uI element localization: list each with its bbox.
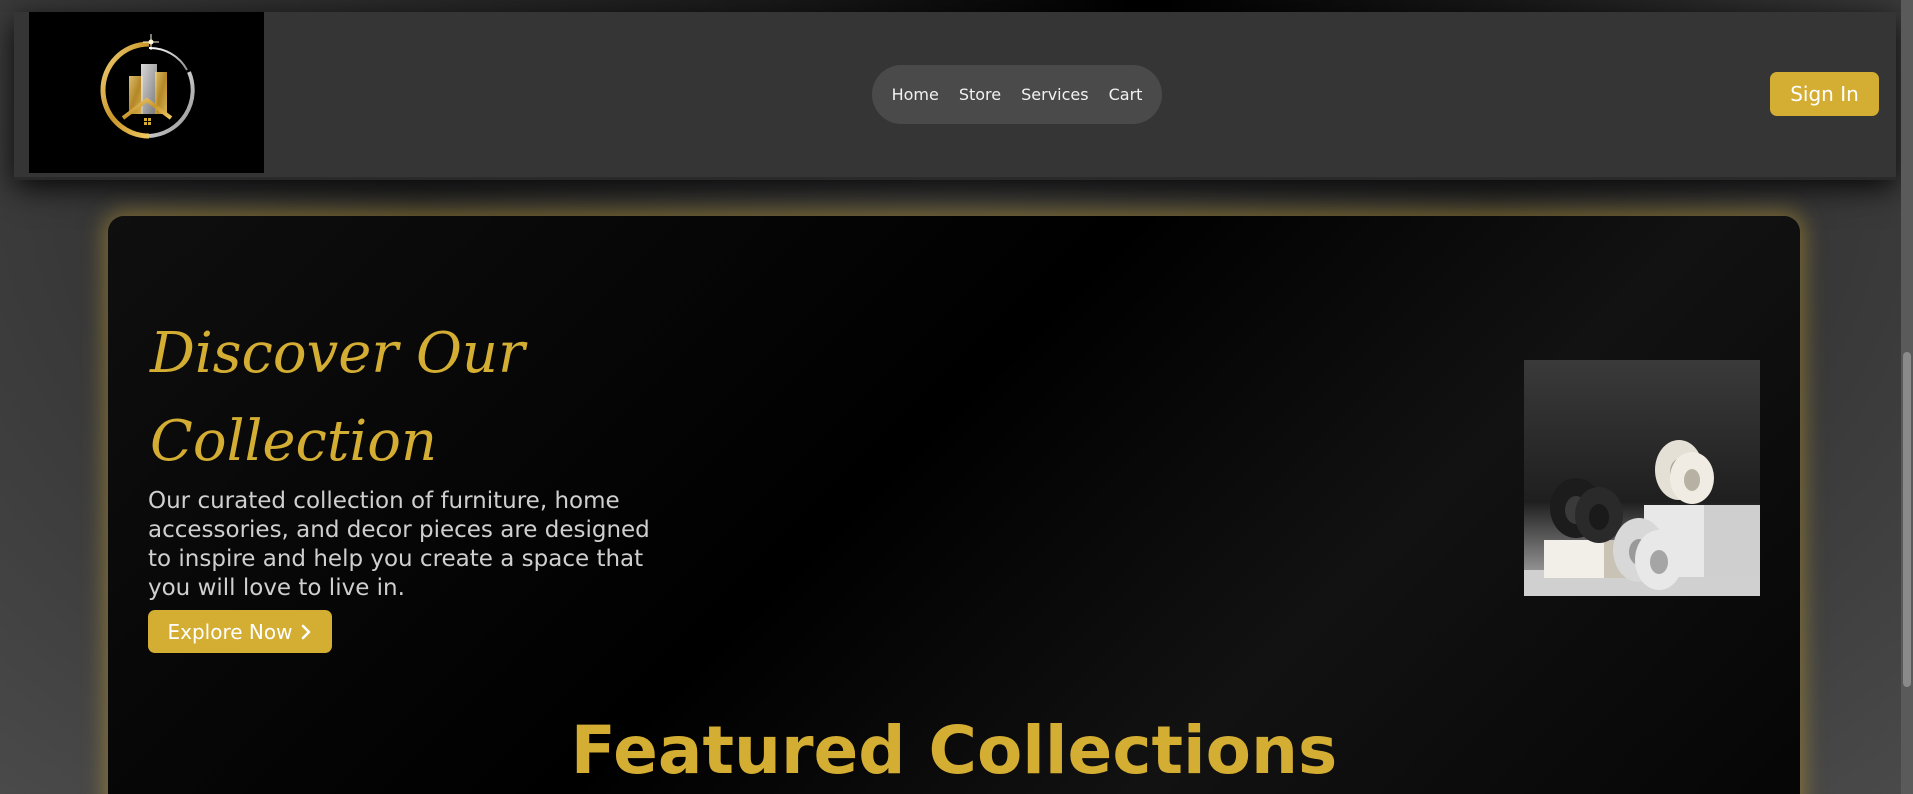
scrollbar-thumb[interactable] <box>1903 352 1911 687</box>
explore-now-button[interactable]: Explore Now <box>148 610 332 653</box>
explore-now-label: Explore Now <box>167 619 293 644</box>
featured-collections-heading: Featured Collections <box>570 712 1338 789</box>
browser-top-strip <box>0 0 1913 12</box>
building-logo-icon <box>100 34 195 139</box>
nav-link-cart[interactable]: Cart <box>1109 85 1143 104</box>
nav-link-home[interactable]: Home <box>892 85 939 104</box>
main-nav: Home Store Services Cart <box>872 65 1162 124</box>
hero-description: Our curated collection of furniture, hom… <box>148 488 650 601</box>
nav-link-services[interactable]: Services <box>1021 85 1088 104</box>
hero-title: Discover Our Collection <box>150 321 525 474</box>
scrollbar[interactable] <box>1901 0 1913 794</box>
site-logo[interactable] <box>29 12 264 173</box>
chevron-right-icon <box>302 624 311 639</box>
navbar: Home Store Services Cart Sign In <box>14 12 1896 180</box>
sign-in-button[interactable]: Sign In <box>1770 72 1879 116</box>
nav-link-store[interactable]: Store <box>959 85 1001 104</box>
vases-on-pedestals-image <box>1524 360 1760 596</box>
